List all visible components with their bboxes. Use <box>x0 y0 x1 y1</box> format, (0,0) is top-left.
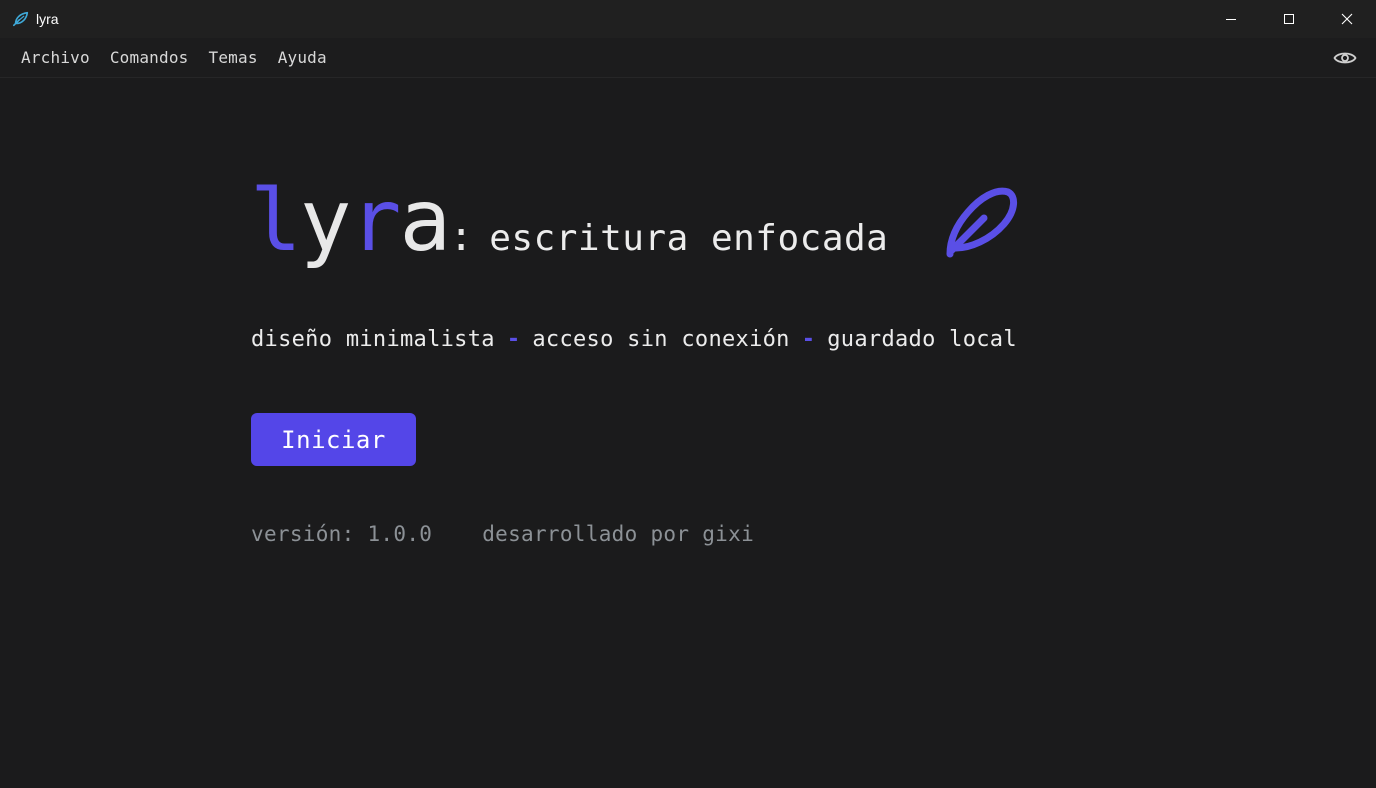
footer-info: versión: 1.0.0 desarrollado por gixi <box>251 522 754 546</box>
title-bar: lyra <box>0 0 1376 38</box>
tagline: escritura enfocada <box>489 218 889 259</box>
close-icon <box>1341 13 1353 25</box>
menu-comandos[interactable]: Comandos <box>100 38 199 78</box>
minimize-icon <box>1226 19 1236 20</box>
maximize-icon <box>1284 14 1294 24</box>
maximize-button[interactable] <box>1260 0 1318 38</box>
app-logo-text: lyra <box>250 171 451 271</box>
eye-icon <box>1333 52 1357 64</box>
focus-mode-button[interactable] <box>1332 46 1358 70</box>
start-button[interactable]: Iniciar <box>251 413 416 466</box>
menu-bar: Archivo Comandos Temas Ayuda <box>0 38 1376 78</box>
app-feather-icon <box>12 10 30 28</box>
welcome-screen: lyra : escritura enfocada diseño minimal… <box>0 78 1376 788</box>
close-button[interactable] <box>1318 0 1376 38</box>
menu-ayuda[interactable]: Ayuda <box>268 38 337 78</box>
feature-separator: - <box>801 327 816 352</box>
menu-temas[interactable]: Temas <box>199 38 268 78</box>
feather-icon <box>946 187 1017 258</box>
feature-item: guardado local <box>827 327 1017 352</box>
minimize-button[interactable] <box>1202 0 1260 38</box>
logo-colon: : <box>449 214 474 260</box>
feature-item: diseño minimalista <box>251 327 495 352</box>
feature-separator: - <box>506 327 521 352</box>
feature-item: acceso sin conexión <box>532 327 790 352</box>
feature-list: diseño minimalista - acceso sin conexión - g… <box>251 327 1017 352</box>
version-label: versión: 1.0.0 <box>251 522 433 546</box>
menu-archivo[interactable]: Archivo <box>11 38 100 78</box>
credit-label: desarrollado por gixi <box>482 522 755 546</box>
window-controls <box>1202 0 1376 38</box>
hero-heading: lyra : escritura enfocada <box>250 178 888 264</box>
window-title: lyra <box>36 11 59 27</box>
